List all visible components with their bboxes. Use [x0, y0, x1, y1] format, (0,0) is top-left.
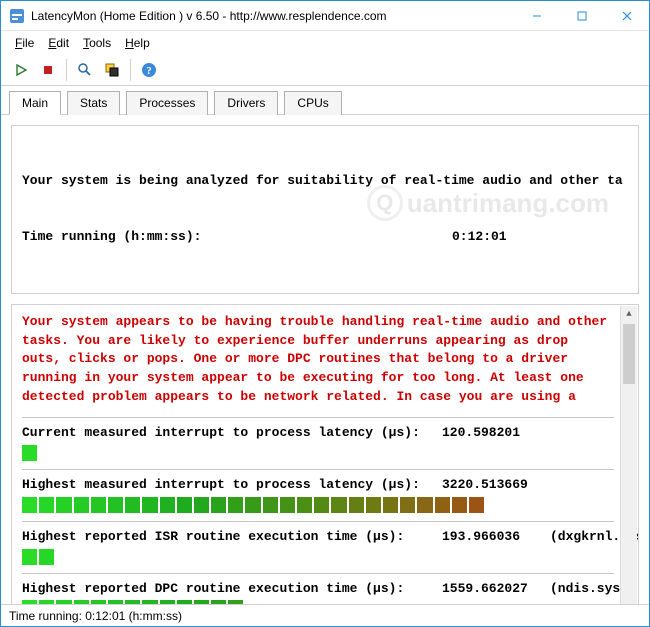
scrollbar[interactable]: ▲ ▼ — [620, 306, 637, 604]
time-running-value: 0:12:01 — [452, 228, 507, 247]
metric-row: Highest reported ISR routine execution t… — [22, 528, 614, 547]
status-text: Time running: 0:12:01 (h:mm:ss) — [9, 609, 182, 623]
windows-button[interactable] — [100, 58, 124, 82]
toolbar: ? — [1, 55, 649, 86]
warning-text: Your system appears to be having trouble… — [22, 313, 614, 407]
window-title: LatencyMon (Home Edition ) v 6.50 - http… — [31, 9, 514, 23]
titlebar: LatencyMon (Home Edition ) v 6.50 - http… — [1, 1, 649, 31]
metric-value: 1559.662027 — [442, 580, 550, 599]
metric-value: 3220.513669 — [442, 476, 550, 495]
search-button[interactable] — [73, 58, 97, 82]
metric-row: Highest measured interrupt to process la… — [22, 476, 614, 495]
help-button[interactable]: ? — [137, 58, 161, 82]
svg-text:?: ? — [146, 65, 152, 77]
tab-stats[interactable]: Stats — [67, 91, 120, 115]
tab-processes[interactable]: Processes — [126, 91, 208, 115]
separator — [22, 573, 614, 574]
report-panel: Your system appears to be having trouble… — [11, 304, 639, 604]
stop-button[interactable] — [36, 58, 60, 82]
toolbar-separator — [130, 59, 131, 81]
latency-bar — [22, 497, 614, 513]
latency-bar — [22, 600, 614, 604]
separator — [22, 417, 614, 418]
metric-label: Highest reported DPC routine execution t… — [22, 580, 442, 599]
separator — [22, 521, 614, 522]
metric-value: 120.598201 — [442, 424, 550, 443]
menu-file[interactable]: File — [9, 34, 40, 52]
tab-bar: Main Stats Processes Drivers CPUs — [1, 86, 649, 115]
metric-extra — [550, 424, 614, 443]
metric-label: Current measured interrupt to process la… — [22, 424, 442, 443]
scroll-thumb[interactable] — [623, 324, 635, 384]
menubar: File Edit Tools Help — [1, 31, 649, 55]
window-controls — [514, 1, 649, 30]
minimize-button[interactable] — [514, 1, 559, 30]
time-running-label: Time running (h:mm:ss): — [22, 228, 452, 247]
latency-bar — [22, 549, 614, 565]
metric-row: Highest reported DPC routine execution t… — [22, 580, 614, 599]
header-line1: Your system is being analyzed for suitab… — [22, 172, 628, 191]
maximize-button[interactable] — [559, 1, 604, 30]
menu-tools[interactable]: Tools — [77, 34, 117, 52]
tab-cpus[interactable]: CPUs — [284, 91, 341, 115]
menu-help[interactable]: Help — [119, 34, 156, 52]
metric-label: Highest reported ISR routine execution t… — [22, 528, 442, 547]
scroll-up-icon[interactable]: ▲ — [621, 306, 637, 323]
content-area: Quantrimang.com Your system is being ana… — [1, 115, 649, 604]
play-button[interactable] — [9, 58, 33, 82]
toolbar-separator — [66, 59, 67, 81]
metric-row: Current measured interrupt to process la… — [22, 424, 614, 443]
app-icon — [9, 8, 25, 24]
latency-bar — [22, 445, 614, 461]
separator — [22, 469, 614, 470]
tab-drivers[interactable]: Drivers — [214, 91, 278, 115]
close-button[interactable] — [604, 1, 649, 30]
metric-label: Highest measured interrupt to process la… — [22, 476, 442, 495]
analysis-header: Your system is being analyzed for suitab… — [11, 125, 639, 294]
metric-extra — [550, 476, 614, 495]
tab-main[interactable]: Main — [9, 91, 61, 115]
metric-value: 193.966036 — [442, 528, 550, 547]
status-bar: Time running: 0:12:01 (h:mm:ss) — [1, 604, 649, 626]
menu-edit[interactable]: Edit — [42, 34, 75, 52]
